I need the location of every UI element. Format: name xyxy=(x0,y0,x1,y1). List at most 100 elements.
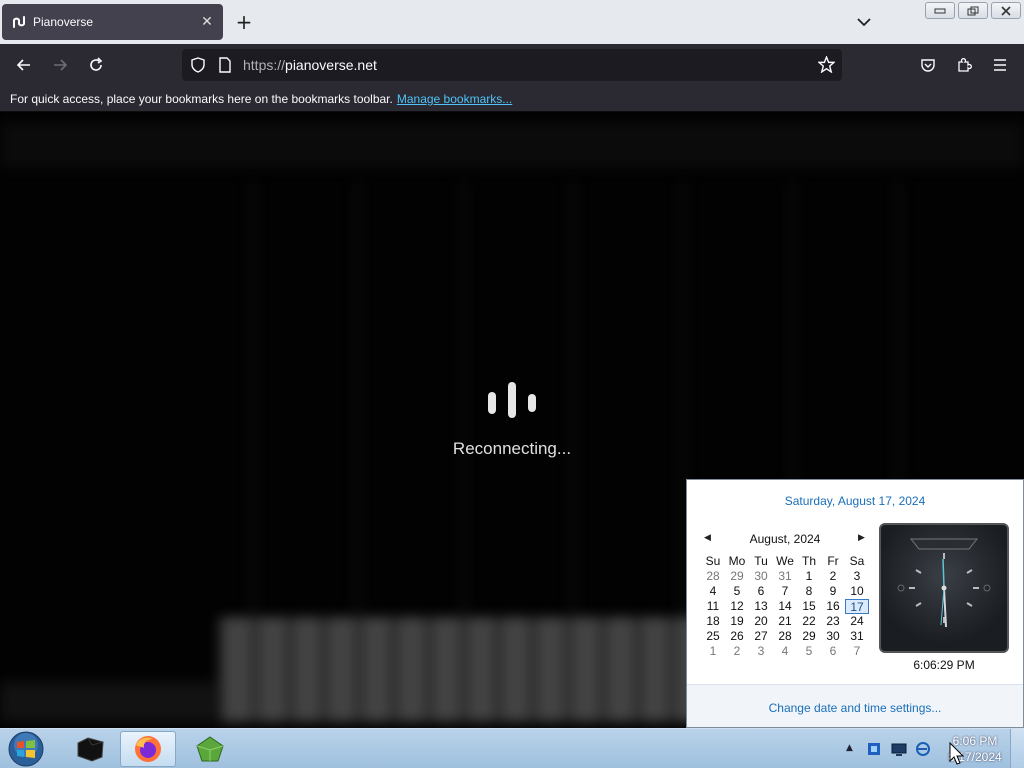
calendar-day[interactable]: 11 xyxy=(701,599,725,614)
taskbar-app-firefox[interactable] xyxy=(120,731,176,767)
calendar-day[interactable]: 2 xyxy=(725,644,749,659)
taskbar-app-green-gem[interactable] xyxy=(182,731,238,767)
show-desktop-button[interactable] xyxy=(1010,729,1024,768)
tab-title: Pianoverse xyxy=(33,15,94,29)
close-window-button[interactable] xyxy=(991,2,1021,19)
url-bar[interactable]: https://pianoverse.net xyxy=(182,49,842,81)
calendar-week-row: 4 5 6 7 8 9 10 xyxy=(701,584,871,599)
minimize-icon xyxy=(934,8,946,13)
month-label[interactable]: August, 2024 xyxy=(727,532,843,546)
calendar-day[interactable]: 28 xyxy=(701,569,725,584)
calendar-day[interactable]: 15 xyxy=(797,599,821,614)
weekday-label: Th xyxy=(801,554,816,568)
calendar-day[interactable]: 5 xyxy=(725,584,749,599)
weekday-label: Fr xyxy=(827,554,839,568)
minimize-button[interactable] xyxy=(925,2,955,19)
page-info-icon[interactable] xyxy=(218,57,232,73)
calendar-day[interactable]: 6 xyxy=(821,644,845,659)
blurred-app-header xyxy=(0,122,1024,168)
calendar-day[interactable]: 1 xyxy=(797,569,821,584)
tab-pianoverse[interactable]: Pianoverse ✕ xyxy=(2,4,223,40)
calendar-day[interactable]: 16 xyxy=(821,599,845,614)
clock-time-label: 6:06:29 PM xyxy=(913,658,975,672)
calendar-day[interactable]: 3 xyxy=(749,644,773,659)
loading-spinner-icon xyxy=(487,382,537,422)
shield-icon[interactable] xyxy=(190,57,206,73)
weekday-label: Tu xyxy=(754,554,768,568)
calendar-day[interactable]: 26 xyxy=(725,629,749,644)
puzzle-icon xyxy=(958,58,972,72)
pocket-button[interactable] xyxy=(914,52,942,78)
calendar-day[interactable]: 10 xyxy=(845,584,869,599)
back-arrow-icon xyxy=(16,59,30,71)
calendar-day[interactable]: 31 xyxy=(773,569,797,584)
calendar-day[interactable]: 13 xyxy=(749,599,773,614)
blurred-divider xyxy=(355,182,361,622)
calendar-day[interactable]: 20 xyxy=(749,614,773,629)
calendar-day[interactable]: 1 xyxy=(701,644,725,659)
calendar-day[interactable]: 7 xyxy=(845,644,869,659)
calendar-day[interactable]: 3 xyxy=(845,569,869,584)
green-gem-app-icon xyxy=(196,736,224,762)
browser-tray-icon[interactable] xyxy=(915,741,931,757)
reconnecting-status: Reconnecting... xyxy=(452,439,572,458)
reload-button[interactable] xyxy=(82,52,110,78)
calendar-day[interactable]: 2 xyxy=(821,569,845,584)
pianoverse-favicon-icon xyxy=(13,16,25,28)
list-all-tabs-button[interactable] xyxy=(852,10,876,34)
manage-bookmarks-link[interactable]: Manage bookmarks... xyxy=(397,92,512,106)
calendar-day[interactable]: 5 xyxy=(797,644,821,659)
calendar-week-row: 28 29 30 31 1 2 3 xyxy=(701,569,871,584)
calendar-day[interactable]: 31 xyxy=(845,629,869,644)
calendar-day[interactable]: 8 xyxy=(797,584,821,599)
previous-month-icon[interactable]: ◀ xyxy=(704,533,716,545)
calendar-day[interactable]: 4 xyxy=(773,644,797,659)
clock-face-icon xyxy=(897,538,991,628)
forward-button[interactable] xyxy=(46,52,74,78)
navigation-toolbar: https://pianoverse.net xyxy=(0,44,1024,86)
calendar-day[interactable]: 28 xyxy=(773,629,797,644)
calendar-day[interactable]: 30 xyxy=(749,569,773,584)
calendar-day[interactable]: 4 xyxy=(701,584,725,599)
change-date-time-link[interactable]: Change date and time settings... xyxy=(687,701,1023,715)
bookmark-star-icon[interactable] xyxy=(818,56,835,73)
weekday-label: Mo xyxy=(728,554,746,568)
calendar-day[interactable]: 18 xyxy=(701,614,725,629)
tab-close-icon[interactable]: ✕ xyxy=(195,10,219,34)
bookmarks-hint-text: For quick access, place your bookmarks h… xyxy=(10,92,393,106)
calendar-day[interactable]: 24 xyxy=(845,614,869,629)
new-tab-button[interactable]: + xyxy=(232,10,256,34)
calendar-day[interactable]: 19 xyxy=(725,614,749,629)
network-icon[interactable] xyxy=(891,741,907,757)
window-controls xyxy=(925,2,1021,19)
calendar-day[interactable]: 30 xyxy=(821,629,845,644)
calendar-day[interactable]: 23 xyxy=(821,614,845,629)
calendar-day[interactable]: 9 xyxy=(821,584,845,599)
calendar-day[interactable]: 12 xyxy=(725,599,749,614)
back-button[interactable] xyxy=(10,52,38,78)
blurred-footer-strip xyxy=(0,682,215,722)
calendar-day-selected[interactable]: 17 xyxy=(845,599,869,614)
calendar-day[interactable]: 21 xyxy=(773,614,797,629)
calendar-day[interactable]: 7 xyxy=(773,584,797,599)
calendar-day[interactable]: 22 xyxy=(797,614,821,629)
next-month-icon[interactable]: ▶ xyxy=(858,533,870,545)
restore-button[interactable] xyxy=(958,2,988,19)
calendar-day[interactable]: 6 xyxy=(749,584,773,599)
url-text[interactable]: https://pianoverse.net xyxy=(243,57,377,73)
calendar-grid: Su Mo Tu We Th Fr Sa 28 29 30 31 1 2 3 4… xyxy=(701,554,871,659)
calendar-day[interactable]: 29 xyxy=(725,569,749,584)
taskbar-app-black-box[interactable] xyxy=(62,731,118,767)
calendar-day[interactable]: 29 xyxy=(797,629,821,644)
weekday-label: Su xyxy=(705,554,721,568)
windows-orb-icon xyxy=(8,731,44,767)
menu-button[interactable] xyxy=(986,52,1014,78)
tray-app-icon[interactable] xyxy=(866,741,882,757)
show-hidden-icons-button[interactable]: ▲ xyxy=(846,743,853,753)
calendar-day[interactable]: 25 xyxy=(701,629,725,644)
calendar-day[interactable]: 14 xyxy=(773,599,797,614)
calendar-day[interactable]: 27 xyxy=(749,629,773,644)
start-button[interactable] xyxy=(5,730,47,768)
extensions-button[interactable] xyxy=(950,52,978,78)
current-date-link[interactable]: Saturday, August 17, 2024 xyxy=(687,494,1023,508)
